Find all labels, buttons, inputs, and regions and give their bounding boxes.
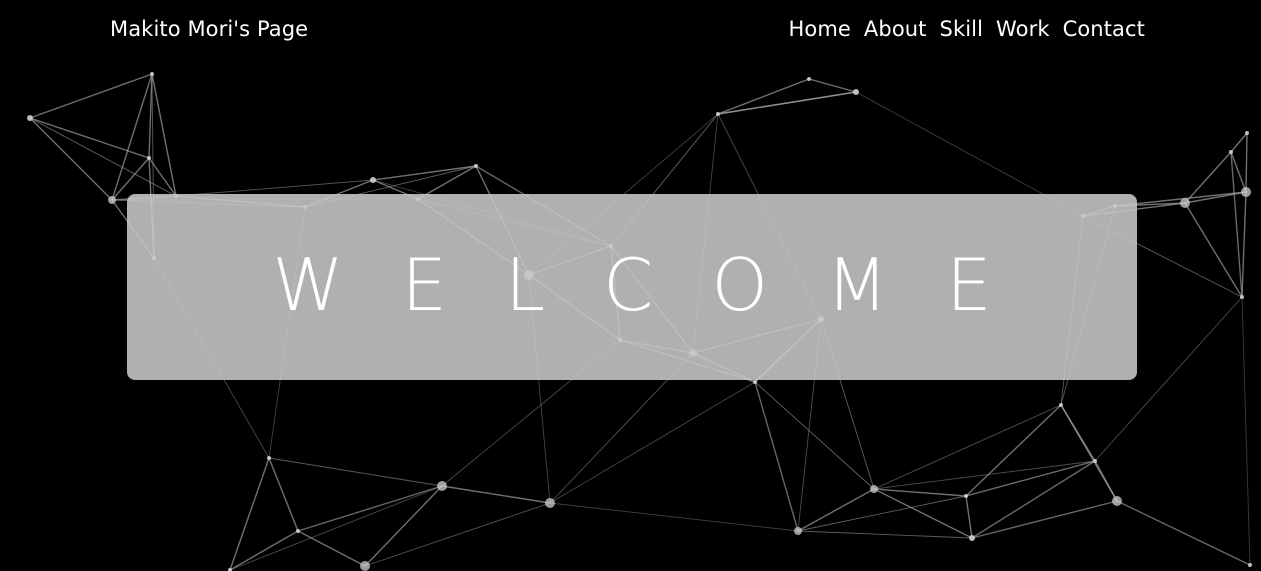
network-node bbox=[753, 380, 757, 384]
network-line bbox=[29, 117, 113, 201]
network-line bbox=[29, 73, 153, 119]
network-node bbox=[474, 164, 478, 168]
network-line bbox=[229, 530, 299, 571]
network-node bbox=[1059, 403, 1063, 407]
network-line bbox=[717, 78, 810, 115]
nav-home[interactable]: Home bbox=[789, 17, 851, 41]
network-line bbox=[1245, 132, 1248, 193]
nav-contact[interactable]: Contact bbox=[1063, 17, 1145, 41]
network-node bbox=[267, 456, 271, 460]
network-line bbox=[873, 404, 1062, 490]
network-line bbox=[441, 485, 551, 504]
network-line bbox=[549, 502, 799, 532]
site-header: Makito Mori's Page Home About Skill Work… bbox=[0, 0, 1261, 64]
network-node bbox=[360, 561, 370, 571]
site-title-link[interactable]: Makito Mori's Page bbox=[110, 17, 308, 41]
network-node bbox=[296, 529, 300, 533]
network-node bbox=[1245, 131, 1249, 135]
network-node bbox=[964, 494, 968, 498]
network-node bbox=[1180, 198, 1190, 208]
network-line bbox=[229, 485, 443, 571]
network-node bbox=[437, 481, 447, 491]
network-node bbox=[147, 156, 151, 160]
network-node bbox=[1229, 150, 1233, 154]
network-node bbox=[969, 535, 975, 541]
network-line bbox=[1060, 404, 1118, 502]
network-node bbox=[853, 89, 859, 95]
network-line bbox=[549, 381, 756, 504]
network-line bbox=[364, 502, 551, 567]
welcome-heading: WELCOME bbox=[272, 243, 1050, 327]
network-line bbox=[1230, 151, 1243, 298]
network-line bbox=[797, 530, 973, 539]
network-line bbox=[151, 73, 177, 197]
network-line bbox=[965, 460, 1096, 497]
network-line bbox=[268, 457, 299, 532]
network-line bbox=[754, 381, 799, 532]
network-node bbox=[1248, 563, 1252, 567]
network-line bbox=[1241, 296, 1251, 566]
network-line bbox=[297, 530, 366, 567]
network-node bbox=[807, 77, 811, 81]
network-line bbox=[873, 488, 973, 539]
nav-skill[interactable]: Skill bbox=[940, 17, 984, 41]
network-node bbox=[1240, 295, 1244, 299]
network-node bbox=[794, 527, 802, 535]
network-line bbox=[797, 488, 875, 532]
network-line bbox=[229, 457, 270, 571]
network-line bbox=[965, 495, 973, 539]
network-node bbox=[1112, 496, 1122, 506]
network-node bbox=[716, 112, 720, 116]
nav-about[interactable]: About bbox=[864, 17, 927, 41]
network-node bbox=[27, 115, 33, 121]
network-line bbox=[268, 457, 443, 487]
network-line bbox=[717, 91, 857, 115]
network-line bbox=[808, 78, 857, 93]
network-line bbox=[148, 73, 153, 159]
network-line bbox=[797, 495, 967, 532]
network-node bbox=[150, 72, 154, 76]
main-nav: Home About Skill Work Contact bbox=[789, 17, 1146, 41]
welcome-banner: WELCOME bbox=[127, 194, 1137, 380]
network-node bbox=[108, 196, 116, 204]
network-node bbox=[545, 498, 555, 508]
network-line bbox=[29, 117, 177, 197]
network-node bbox=[1093, 459, 1097, 463]
network-node bbox=[870, 485, 878, 493]
network-line bbox=[1116, 500, 1251, 566]
network-line bbox=[873, 488, 967, 497]
network-line bbox=[1230, 132, 1248, 153]
network-line bbox=[965, 404, 1062, 497]
network-line bbox=[873, 460, 1096, 490]
network-node bbox=[370, 177, 376, 183]
network-line bbox=[111, 73, 153, 201]
nav-work[interactable]: Work bbox=[996, 17, 1050, 41]
page: Makito Mori's Page Home About Skill Work… bbox=[0, 0, 1261, 571]
network-line bbox=[1241, 191, 1247, 298]
network-node bbox=[1241, 187, 1251, 197]
network-line bbox=[971, 500, 1118, 539]
network-line bbox=[754, 381, 875, 490]
